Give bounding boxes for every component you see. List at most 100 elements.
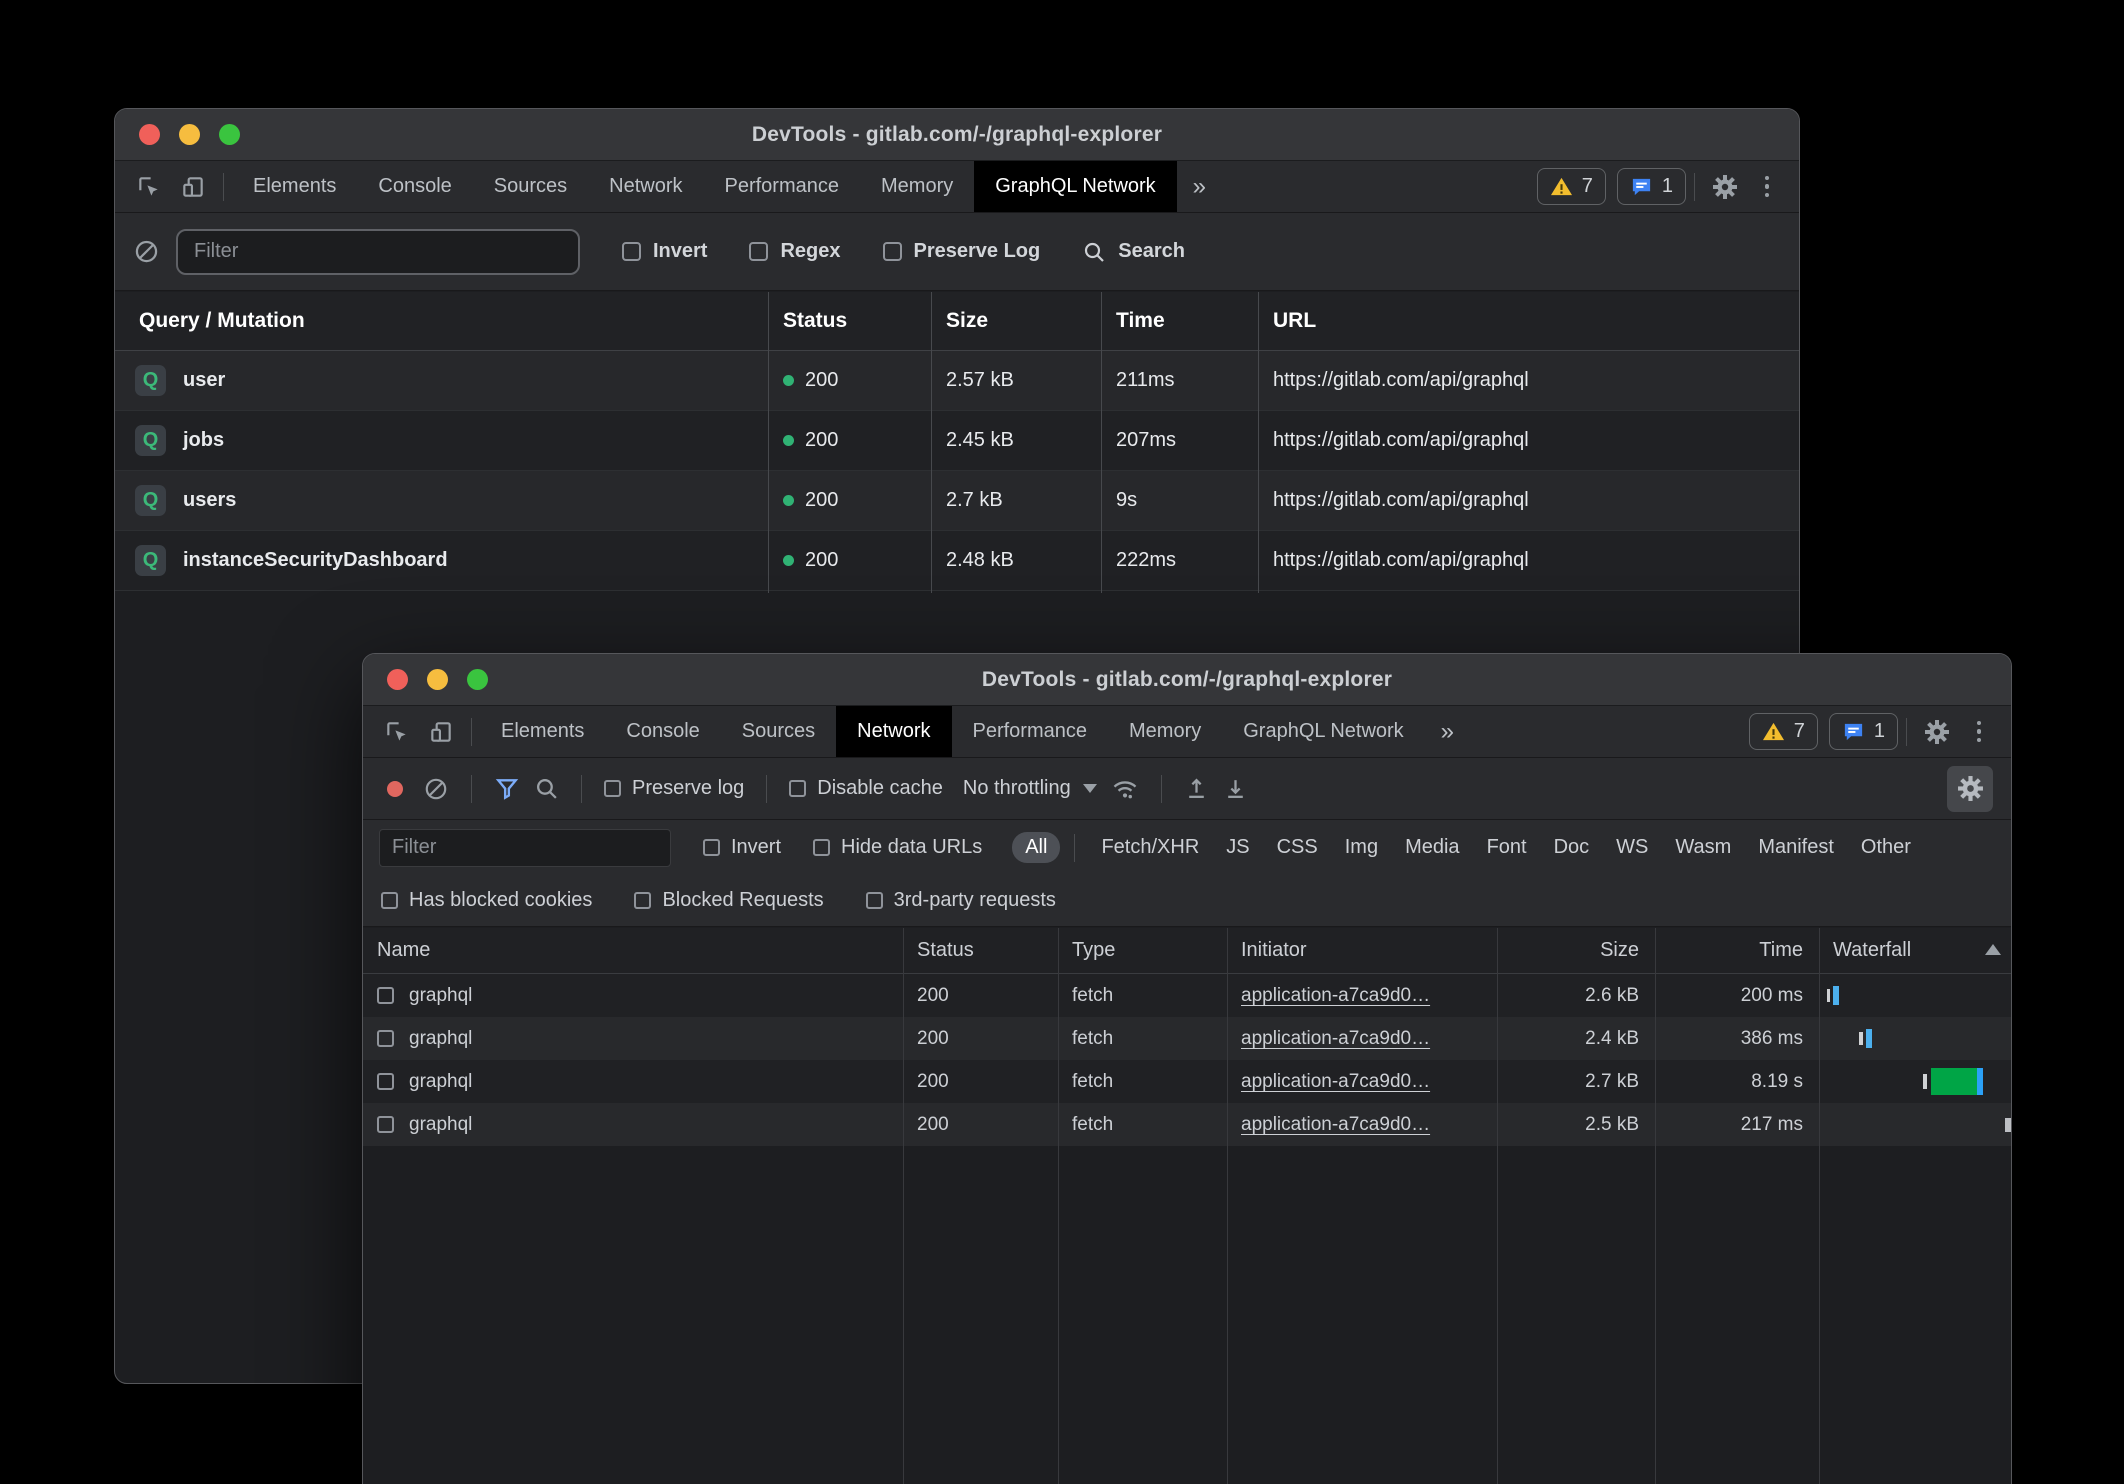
preserve-log-checkbox[interactable]: Preserve Log	[883, 240, 1041, 263]
warnings-badge[interactable]: 7	[1537, 168, 1606, 205]
invert-checkbox[interactable]: Invert	[622, 240, 707, 263]
column-divider[interactable]	[1227, 928, 1228, 1484]
col-time[interactable]: Time	[1655, 939, 1819, 962]
filter-type-wasm[interactable]: Wasm	[1675, 836, 1731, 859]
table-row[interactable]: graphql 200 fetch application-a7ca9d0… 2…	[363, 974, 2011, 1017]
column-divider[interactable]	[1258, 292, 1259, 593]
col-type[interactable]: Type	[1058, 939, 1227, 962]
filter-type-manifest[interactable]: Manifest	[1758, 836, 1834, 859]
table-row[interactable]: Q jobs 200 2.45 kB 207ms https://gitlab.…	[115, 411, 1799, 471]
row-checkbox[interactable]	[377, 1116, 394, 1133]
checkbox[interactable]	[634, 892, 651, 909]
col-query-mutation[interactable]: Query / Mutation	[115, 309, 768, 333]
row-checkbox[interactable]	[377, 1073, 394, 1090]
blocked-requests-checkbox[interactable]: Blocked Requests	[634, 889, 823, 912]
settings-gear-icon[interactable]	[1915, 710, 1959, 754]
table-row[interactable]: Q users 200 2.7 kB 9s https://gitlab.com…	[115, 471, 1799, 531]
filter-type-ws[interactable]: WS	[1616, 836, 1648, 859]
column-divider[interactable]	[1655, 928, 1656, 1484]
search-icon[interactable]	[534, 776, 559, 801]
device-toolbar-icon[interactable]	[171, 165, 215, 209]
checkbox[interactable]	[604, 780, 621, 797]
row-checkbox[interactable]	[377, 987, 394, 1004]
close-button[interactable]	[387, 669, 408, 690]
import-har-icon[interactable]	[1184, 776, 1209, 801]
initiator-link[interactable]: application-a7ca9d0…	[1241, 1028, 1430, 1049]
minimize-button[interactable]	[179, 124, 200, 145]
col-time[interactable]: Time	[1101, 309, 1258, 333]
checkbox[interactable]	[866, 892, 883, 909]
table-row[interactable]: graphql 200 fetch application-a7ca9d0… 2…	[363, 1060, 2011, 1103]
table-row[interactable]: Q instanceSecurityDashboard 200 2.48 kB …	[115, 531, 1799, 591]
issues-badge[interactable]: 1	[1829, 713, 1898, 750]
checkbox[interactable]	[813, 839, 830, 856]
preserve-log-checkbox[interactable]: Preserve log	[604, 777, 744, 800]
zoom-button[interactable]	[219, 124, 240, 145]
filter-type-other[interactable]: Other	[1861, 836, 1911, 859]
col-size[interactable]: Size	[1497, 939, 1655, 962]
filter-type-media[interactable]: Media	[1405, 836, 1459, 859]
col-name[interactable]: Name	[363, 939, 903, 962]
close-button[interactable]	[139, 124, 160, 145]
issues-badge[interactable]: 1	[1617, 168, 1686, 205]
more-tabs-icon[interactable]	[1177, 161, 1222, 212]
tab-performance[interactable]: Performance	[704, 161, 861, 212]
tab-console[interactable]: Console	[605, 706, 720, 757]
tab-network[interactable]: Network	[836, 706, 951, 757]
col-initiator[interactable]: Initiator	[1227, 939, 1497, 962]
table-row[interactable]: graphql 200 fetch application-a7ca9d0… 2…	[363, 1017, 2011, 1060]
tab-sources[interactable]: Sources	[473, 161, 588, 212]
invert-checkbox[interactable]: Invert	[703, 836, 781, 859]
tab-performance[interactable]: Performance	[952, 706, 1109, 757]
minimize-button[interactable]	[427, 669, 448, 690]
more-tabs-icon[interactable]	[1425, 706, 1470, 757]
table-row[interactable]: Q user 200 2.57 kB 211ms https://gitlab.…	[115, 351, 1799, 411]
zoom-button[interactable]	[467, 669, 488, 690]
device-toolbar-icon[interactable]	[419, 710, 463, 754]
search-button[interactable]: Search	[1082, 240, 1185, 264]
network-conditions-icon[interactable]	[1111, 775, 1139, 803]
filter-funnel-icon[interactable]	[494, 776, 520, 802]
warnings-badge[interactable]: 7	[1749, 713, 1818, 750]
filter-type-font[interactable]: Font	[1487, 836, 1527, 859]
sort-ascending-icon[interactable]	[1985, 944, 2001, 955]
titlebar[interactable]: DevTools - gitlab.com/-/graphql-explorer	[363, 654, 2011, 706]
tab-sources[interactable]: Sources	[721, 706, 836, 757]
column-divider[interactable]	[931, 292, 932, 593]
column-divider[interactable]	[1058, 928, 1059, 1484]
filter-type-fetch-xhr[interactable]: Fetch/XHR	[1101, 836, 1199, 859]
throttling-dropdown[interactable]: No throttling	[963, 777, 1097, 800]
checkbox[interactable]	[789, 780, 806, 797]
tab-network[interactable]: Network	[588, 161, 703, 212]
record-button[interactable]	[387, 781, 403, 797]
hide-data-urls-checkbox[interactable]: Hide data URLs	[813, 836, 982, 859]
inspect-element-icon[interactable]	[127, 165, 171, 209]
tab-memory[interactable]: Memory	[860, 161, 974, 212]
filter-type-all[interactable]: All	[1012, 832, 1060, 863]
tab-graphql-network[interactable]: GraphQL Network	[974, 161, 1176, 212]
row-checkbox[interactable]	[377, 1030, 394, 1047]
initiator-link[interactable]: application-a7ca9d0…	[1241, 1071, 1430, 1092]
checkbox[interactable]	[622, 242, 641, 261]
col-status[interactable]: Status	[903, 939, 1058, 962]
filter-type-doc[interactable]: Doc	[1554, 836, 1590, 859]
checkbox[interactable]	[381, 892, 398, 909]
tab-console[interactable]: Console	[357, 161, 472, 212]
titlebar[interactable]: DevTools - gitlab.com/-/graphql-explorer	[115, 109, 1799, 161]
kebab-menu-icon[interactable]	[1959, 712, 1999, 752]
initiator-link[interactable]: application-a7ca9d0…	[1241, 985, 1430, 1006]
clear-icon[interactable]	[133, 238, 160, 265]
col-waterfall[interactable]: Waterfall	[1819, 939, 2011, 962]
column-divider[interactable]	[768, 292, 769, 593]
network-settings-gear-icon[interactable]	[1947, 766, 1993, 812]
regex-checkbox[interactable]: Regex	[749, 240, 840, 263]
export-har-icon[interactable]	[1223, 776, 1248, 801]
table-row[interactable]: graphql 200 fetch application-a7ca9d0… 2…	[363, 1103, 2011, 1146]
filter-type-img[interactable]: Img	[1345, 836, 1378, 859]
tab-elements[interactable]: Elements	[232, 161, 357, 212]
column-divider[interactable]	[903, 928, 904, 1484]
filter-type-js[interactable]: JS	[1226, 836, 1249, 859]
clear-icon[interactable]	[423, 776, 449, 802]
has-blocked-cookies-checkbox[interactable]: Has blocked cookies	[381, 889, 592, 912]
filter-type-css[interactable]: CSS	[1277, 836, 1318, 859]
